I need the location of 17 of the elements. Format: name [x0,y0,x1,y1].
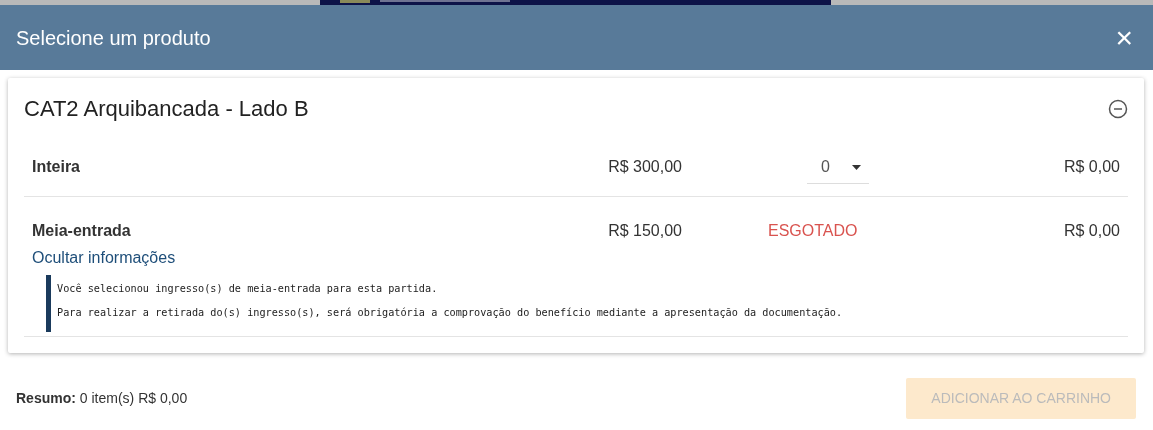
ticket-type: Inteira [32,157,81,177]
info-link[interactable]: Ocultar informações [32,246,176,270]
info-text: Para realizar a retirada do(s) ingresso(s), será obrigatória a comprovação do benefício mediante a apresentação da documentação. [57,306,844,321]
summary-text: Resumo: 0 item(s) R$ 0,00 [16,388,188,408]
product-name: CAT2 Arquibancada - Lado B [24,95,309,123]
modal-title: Selecione um produto [16,25,211,51]
ticket-type: Meia-entrada [32,221,132,241]
ticket-price: R$ 150,00 [608,222,682,239]
collapse-icon[interactable] [1108,98,1128,119]
close-button[interactable]: × [1111,22,1137,53]
quantity-select[interactable]: 0 [807,155,869,184]
ticket-total: R$ 0,00 [1063,222,1120,239]
ticket-total: R$ 0,00 [1063,158,1120,175]
ticket-price: R$ 300,00 [608,158,682,175]
sold-out-label: ESGOTADO [768,222,858,239]
info-text: Você selecionou ingresso(s) de meia-entrada para esta partida. [57,282,439,296]
caret-icon [851,164,861,170]
